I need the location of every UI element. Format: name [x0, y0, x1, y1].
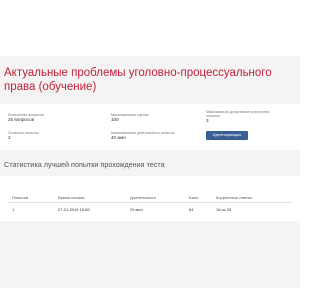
- table-cell-duration: 29 мин: [130, 207, 143, 212]
- column-header-score: Балл: [189, 195, 199, 200]
- column-header-attempt: Попытка: [12, 195, 29, 200]
- table-cell-attempt: 1: [12, 207, 15, 212]
- max-score-value: 100: [111, 117, 119, 123]
- attempts-left-field: Осталось попыток 2: [8, 131, 39, 140]
- table-cell-correct-answers: 16 из 25: [216, 207, 232, 212]
- max-attempts-value: 3: [206, 118, 209, 124]
- attempts-left-label: Осталось попыток: [8, 131, 39, 135]
- identify-button[interactable]: Идентификация: [206, 131, 248, 140]
- max-attempts-label: Максимально допустимое количество попыто…: [206, 110, 270, 119]
- column-header-correct-answers: Корректные ответы: [216, 195, 253, 200]
- max-score-field: Максимальная оценка 100: [111, 113, 148, 122]
- column-header-start-time: Время начала: [58, 195, 85, 200]
- attempts-left-value: 2: [8, 135, 11, 141]
- question-count-field: Количество вопросов 25 вопросов: [8, 113, 44, 122]
- max-duration-field: Максимальная длительность попытки 40 мин: [111, 131, 174, 140]
- max-duration-value: 40 мин: [111, 135, 126, 141]
- table-cell-start-time: 27-01-2019 15:56: [58, 207, 90, 212]
- max-attempts-field: Максимально допустимое количество попыто…: [206, 110, 276, 123]
- test-title: Актуальные проблемы уголовно-процессуаль…: [4, 67, 272, 93]
- question-count-value: 25 вопросов: [8, 117, 35, 123]
- table-cell-score: 84: [189, 207, 194, 212]
- column-header-duration: Длительность: [130, 195, 156, 200]
- stats-title: Статистика лучшей попытки прохождения те…: [4, 160, 165, 169]
- table-header-divider: [8, 202, 292, 203]
